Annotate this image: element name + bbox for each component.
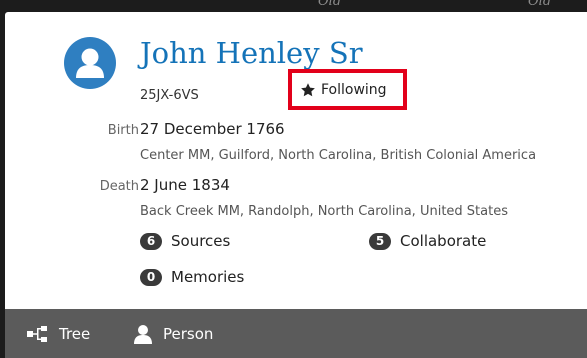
birth-label: Birth [107,123,139,138]
card-footer: Tree Person [5,309,587,358]
person-name[interactable]: John Henley Sr [140,34,363,72]
following-button[interactable]: Following [288,69,407,110]
memories-count-badge: 0 [140,268,162,286]
tree-button[interactable]: Tree [27,309,90,358]
tree-icon [27,325,47,342]
death-label: Death [99,179,139,194]
following-label: Following [321,81,387,98]
memories-label: Memories [171,268,245,286]
birth-place: Center MM, Guilford, North Carolina, Bri… [140,148,537,163]
tree-label: Tree [59,324,91,343]
person-button[interactable]: Person [133,309,213,358]
star-icon [301,82,315,96]
birth-date: 27 December 1766 [140,120,285,138]
sources-label: Sources [171,232,231,250]
backdrop-text-left: Old [318,0,342,9]
person-card: John Henley Sr 25JX-6VS Following Birth … [5,12,587,358]
death-place: Back Creek MM, Randolph, North Carolina,… [140,204,508,219]
person-id: 25JX-6VS [140,88,199,103]
person-label: Person [163,324,214,343]
sources-count-badge: 6 [140,232,162,250]
collaborate-label: Collaborate [400,232,487,250]
death-date: 2 June 1834 [140,176,230,194]
backdrop-text-right: Old [528,0,552,9]
person-icon [134,324,152,344]
collaborate-count-badge: 5 [369,232,391,250]
memories-link[interactable]: 0 Memories [140,268,244,286]
sources-link[interactable]: 6 Sources [140,232,230,250]
avatar-icon [64,37,116,89]
collaborate-link[interactable]: 5 Collaborate [369,232,486,250]
